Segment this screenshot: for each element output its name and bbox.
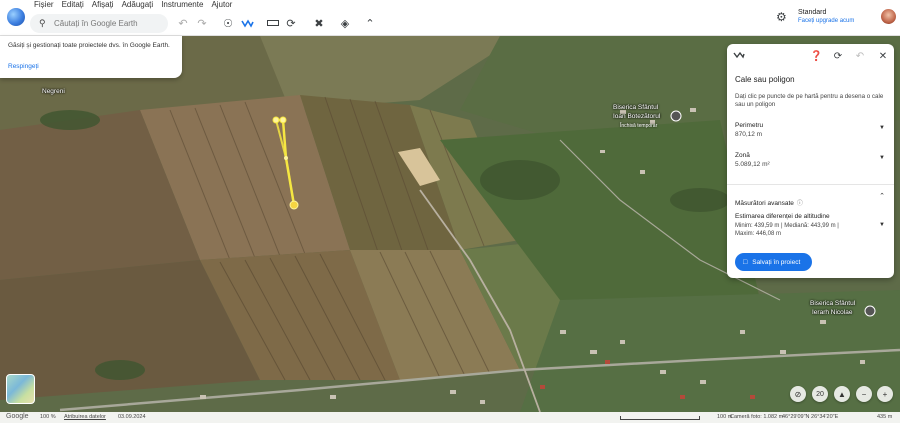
advanced-measurements-header[interactable]: Măsurători avansate ⓘ ⌃ [735, 192, 887, 210]
elevation-values-line2: Maxim: 446,08 m [735, 231, 782, 237]
avatar[interactable] [881, 9, 896, 24]
village-label: Negreni [42, 88, 65, 95]
dismiss-button[interactable]: Respingeți [8, 63, 39, 70]
redo-icon[interactable]: ↷ [194, 15, 210, 31]
help-icon[interactable]: ❓ [810, 51, 822, 62]
measure-vertex [289, 200, 299, 210]
measure-vertex [272, 116, 280, 124]
close-icon[interactable]: ✕ [877, 51, 889, 62]
notification-text: Găsiți și gestionați toate proiectele dv… [8, 42, 170, 49]
project-notification: Găsiți și gestionați toate proiectele dv… [0, 36, 182, 78]
search-icon: ⚲ [39, 18, 46, 28]
church-pin-icon [864, 305, 876, 317]
pin-icon[interactable]: ☉ [220, 15, 236, 31]
search-input[interactable] [54, 17, 162, 30]
panel-title: Cale sau poligon [735, 75, 795, 84]
church2-label-line2[interactable]: Ierarh Nicolae [812, 309, 852, 316]
measure-panel: ❓ ⟳ ↶ ✕ Cale sau poligon Dați clic pe pu… [727, 44, 894, 278]
path-icon [733, 51, 745, 62]
chevron-up-icon[interactable]: ⌃ [879, 192, 885, 200]
zoom-level[interactable]: 100 % [40, 414, 56, 420]
panel-description: Dați clic pe puncte de pe hartă pentru a… [735, 93, 884, 108]
ground-elevation: 435 m [877, 414, 893, 420]
account-plan: Standard [798, 9, 827, 16]
save-to-project-button[interactable]: □ Salvați în proiect [735, 253, 812, 271]
ruler-icon[interactable] [265, 15, 281, 31]
menu-add[interactable]: Adăugați [118, 0, 158, 10]
menu-tools[interactable]: Instrumente [157, 0, 207, 10]
compass-icon[interactable]: ▲ [834, 386, 850, 402]
search-box[interactable]: ⚲ [30, 14, 168, 33]
elevation-label: Estimarea diferenței de altitudine [735, 213, 830, 220]
account-area: ⚙ Standard Faceți upgrade acum [770, 0, 900, 36]
church-pin-icon [670, 110, 682, 122]
perimeter-section[interactable]: Perimetru 870,12 m ▼ [735, 122, 887, 138]
top-bar: Fișier Editați Afișați Adăugați Instrume… [0, 0, 900, 36]
measure-vertex [284, 156, 288, 160]
undo-icon[interactable]: ↶ [175, 15, 191, 31]
church-status: Închisă temporar [620, 123, 658, 129]
chevron-up-icon[interactable]: ⌃ [362, 15, 378, 31]
measure-vertex [279, 116, 287, 124]
menu-edit[interactable]: Editați [58, 0, 88, 10]
voyager-icon[interactable]: ✖ [311, 15, 327, 31]
church-label-line2[interactable]: Ioan Botezătorul [613, 113, 660, 120]
caret-down-icon[interactable]: ▼ [879, 222, 885, 228]
advanced-label: Măsurători avansate [735, 200, 794, 207]
google-earth-logo[interactable] [7, 8, 25, 26]
scale-bar [620, 416, 700, 420]
panel-header: ❓ ⟳ ↶ ✕ [727, 44, 894, 70]
layers-icon[interactable]: ◈ [337, 15, 353, 31]
menu-bar: Fișier Editați Afișați Adăugați Instrume… [30, 0, 236, 10]
perimeter-label: Perimetru [735, 122, 764, 129]
undo-icon[interactable]: ↶ [854, 51, 866, 62]
coordinates: 46°29'09"N 26°34'20"E [782, 414, 839, 420]
church-label-line1[interactable]: Biserica Sfântul [613, 104, 658, 111]
save-label: Salvați în proiect [752, 258, 801, 266]
divider [727, 184, 894, 185]
elevation-values-line1: Minim: 439,59 m | Mediană: 443,99 m | [735, 223, 839, 229]
attribution-link[interactable]: Atribuirea datelor [64, 414, 106, 420]
zoom-out-icon[interactable]: − [856, 386, 872, 402]
refresh-icon[interactable]: ⟳ [832, 51, 844, 62]
info-icon[interactable]: ⓘ [797, 201, 803, 207]
caret-down-icon[interactable]: ▼ [879, 125, 885, 131]
area-value: 5.089,12 m² [735, 161, 770, 168]
menu-help[interactable]: Ajutor [207, 0, 236, 10]
bookmark-icon: □ [743, 258, 748, 266]
perimeter-value: 870,12 m [735, 131, 763, 138]
hide-3d-icon[interactable]: ⊘ [790, 386, 806, 402]
area-label: Zonă [735, 152, 750, 159]
imagery-date: 03.09.2024 [118, 414, 146, 420]
tilt-button[interactable]: 20 [812, 386, 828, 402]
upgrade-link[interactable]: Faceți upgrade acum [798, 18, 854, 24]
path-icon[interactable] [239, 15, 255, 31]
church2-label-line1[interactable]: Biserica Sfântul [810, 300, 855, 307]
map-style-thumbnail[interactable] [6, 374, 35, 404]
elevation-section[interactable]: Estimarea diferenței de altitudine Minim… [735, 213, 887, 238]
area-section[interactable]: Zonă 5.089,12 m² ▼ [735, 152, 887, 168]
status-bar: Google 100 % Atribuirea datelor 03.09.20… [0, 412, 900, 423]
google-logo: Google [6, 413, 29, 420]
menu-file[interactable]: Fișier [30, 0, 58, 10]
elevation-values: Minim: 439,59 m | Mediană: 443,99 m | Ma… [735, 222, 887, 238]
camera-altitude: Cameră foto: 1.082 m [730, 414, 784, 420]
menu-view[interactable]: Afișați [88, 0, 118, 10]
history-icon[interactable]: ⟳ [283, 15, 299, 31]
caret-down-icon[interactable]: ▼ [879, 155, 885, 161]
zoom-in-icon[interactable]: + [877, 386, 893, 402]
gear-icon[interactable]: ⚙ [776, 10, 787, 24]
